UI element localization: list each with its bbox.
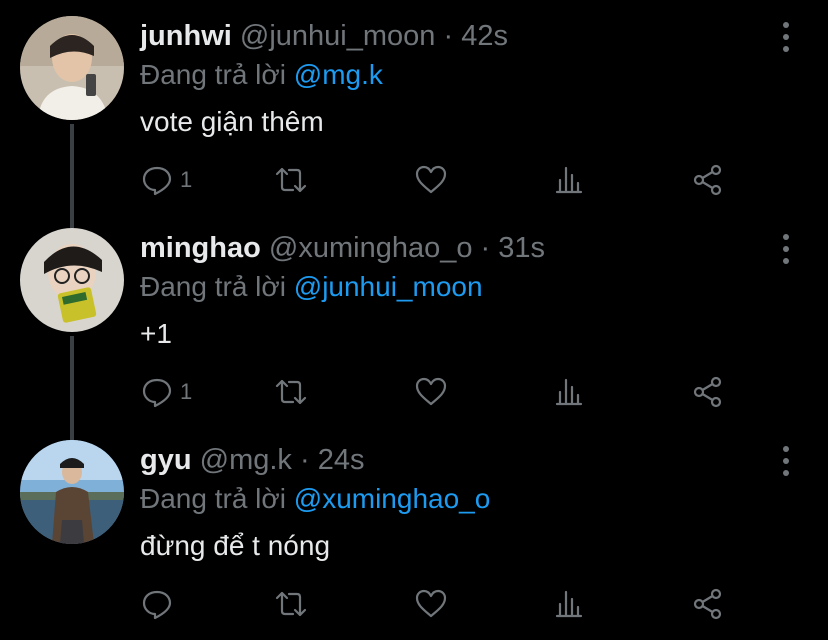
more-icon[interactable] <box>774 446 798 476</box>
like-button[interactable] <box>414 372 448 412</box>
share-icon <box>693 164 722 196</box>
tweet-header: junhwi @junhui_moon · 42s <box>140 18 508 54</box>
display-name[interactable]: minghao <box>140 232 261 264</box>
avatar[interactable] <box>20 440 124 544</box>
reply-icon <box>142 166 172 196</box>
like-icon <box>415 589 447 618</box>
share-button[interactable] <box>690 160 724 200</box>
reply-button[interactable]: 1 <box>140 372 192 412</box>
retweet-icon <box>275 167 307 193</box>
share-icon <box>693 376 722 408</box>
reply-icon <box>142 590 172 620</box>
tweet[interactable]: junhwi @junhui_moon · 42s Đang trả lời @… <box>0 0 828 212</box>
more-icon[interactable] <box>774 234 798 264</box>
tweet-header: minghao @xuminghao_o · 31s <box>140 230 545 266</box>
reply-mention[interactable]: @junhui_moon <box>294 271 483 302</box>
timestamp[interactable]: 42s <box>461 20 508 52</box>
like-button[interactable] <box>414 160 448 200</box>
separator: · <box>443 20 454 52</box>
retweet-button[interactable] <box>274 372 308 412</box>
handle[interactable]: @mg.k <box>200 444 292 476</box>
display-name[interactable]: junhwi <box>140 20 232 52</box>
stats-button[interactable] <box>552 160 586 200</box>
avatar-photo-icon <box>20 228 124 332</box>
timestamp[interactable]: 24s <box>318 444 365 476</box>
reply-context: Đang trả lời @junhui_moon <box>140 270 483 304</box>
stats-icon <box>555 166 583 194</box>
retweet-button[interactable] <box>274 160 308 200</box>
avatar-photo-icon <box>20 440 124 544</box>
tweet[interactable]: gyu @mg.k · 24s Đang trả lời @xuminghao_… <box>0 424 828 636</box>
like-icon <box>415 377 447 406</box>
reply-mention[interactable]: @xuminghao_o <box>294 483 491 514</box>
action-bar: 1 <box>140 160 760 200</box>
avatar[interactable] <box>20 16 124 120</box>
share-icon <box>693 588 722 620</box>
reply-context: Đang trả lời @mg.k <box>140 58 383 92</box>
reply-prefix: Đang trả lời <box>140 483 286 514</box>
tweet-header: gyu @mg.k · 24s <box>140 442 364 478</box>
share-button[interactable] <box>690 372 724 412</box>
tweet[interactable]: minghao @xuminghao_o · 31s Đang trả lời … <box>0 212 828 424</box>
reply-prefix: Đang trả lời <box>140 59 286 90</box>
avatar[interactable] <box>20 228 124 332</box>
stats-icon <box>555 378 583 406</box>
reply-context: Đang trả lời @xuminghao_o <box>140 482 490 516</box>
share-button[interactable] <box>690 584 724 624</box>
display-name[interactable]: gyu <box>140 444 192 476</box>
like-icon <box>415 165 447 194</box>
retweet-button[interactable] <box>274 584 308 624</box>
tweet-text: +1 <box>140 318 172 349</box>
reply-icon <box>142 378 172 408</box>
reply-count: 1 <box>180 167 193 192</box>
retweet-icon <box>275 379 307 405</box>
stats-button[interactable] <box>552 372 586 412</box>
reply-button[interactable] <box>140 584 180 624</box>
action-bar: 1 <box>140 372 760 412</box>
reply-mention[interactable]: @mg.k <box>294 59 383 90</box>
reply-count: 1 <box>180 379 193 404</box>
avatar-photo-icon <box>20 16 124 120</box>
separator: · <box>299 444 310 476</box>
action-bar <box>140 584 760 624</box>
tweet-text: đừng để t nóng <box>140 530 331 561</box>
more-icon[interactable] <box>774 22 798 52</box>
stats-button[interactable] <box>552 584 586 624</box>
separator: · <box>480 232 491 264</box>
retweet-icon <box>275 591 307 617</box>
timestamp[interactable]: 31s <box>498 232 545 264</box>
like-button[interactable] <box>414 584 448 624</box>
reply-prefix: Đang trả lời <box>140 271 286 302</box>
stats-icon <box>555 590 583 618</box>
tweet-text: vote giận thêm <box>140 106 324 137</box>
reply-button[interactable]: 1 <box>140 160 192 200</box>
handle[interactable]: @xuminghao_o <box>269 232 473 264</box>
handle[interactable]: @junhui_moon <box>240 20 436 52</box>
